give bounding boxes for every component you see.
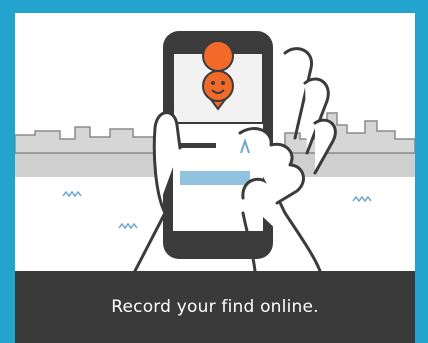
illustration-svg (15, 31, 415, 271)
frame: Record your find online. (0, 0, 428, 343)
info-card: Record your find online. (15, 13, 415, 343)
caption: Record your find online. (111, 297, 319, 317)
illustration (15, 13, 415, 271)
